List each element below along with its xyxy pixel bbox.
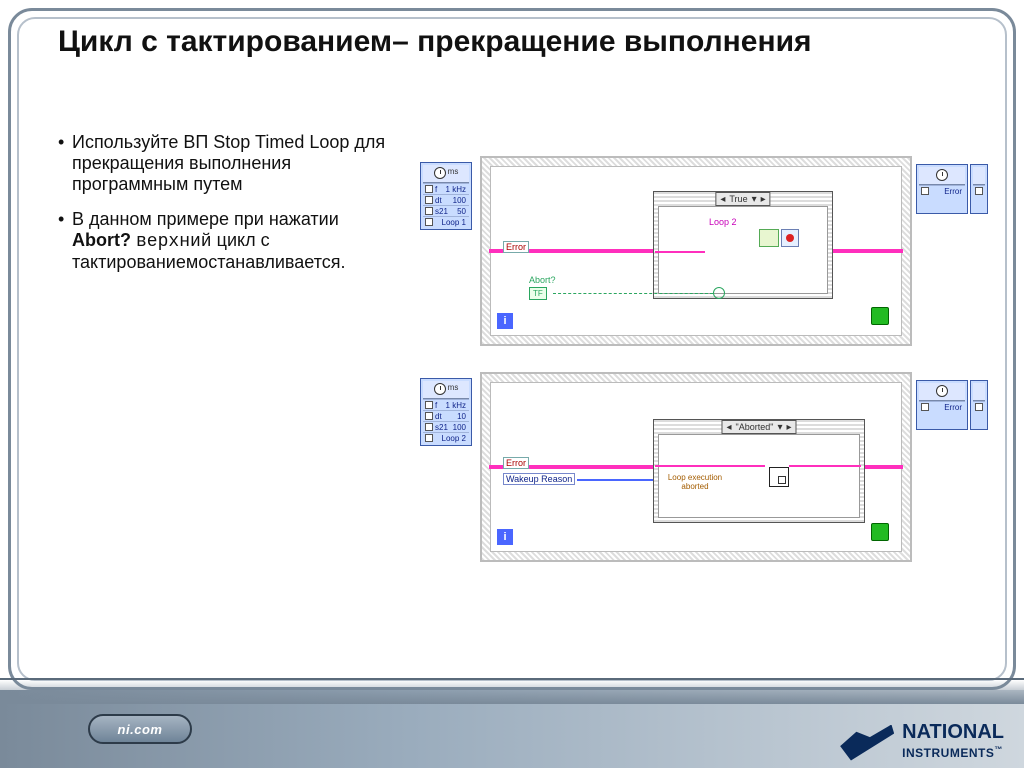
clock-icon bbox=[936, 169, 948, 181]
loop-frame-1: Error ◂ True ▾ ▸ Loop 2 bbox=[480, 156, 912, 346]
case-next-icon: ▸ bbox=[761, 194, 766, 205]
error-label: Error bbox=[503, 457, 529, 469]
stop-terminal bbox=[781, 229, 799, 247]
run-continuous-icon bbox=[871, 307, 889, 325]
clock-icon bbox=[434, 167, 446, 179]
ni-eagle-icon bbox=[840, 725, 894, 761]
case-prev-icon: ◂ bbox=[720, 194, 725, 205]
abort-node-icon bbox=[713, 287, 725, 299]
dialog-vi-icon bbox=[769, 467, 789, 487]
case-structure-2: ◂ "Aborted" ▾ ▸ Loop execution aborted bbox=[653, 419, 865, 523]
clock-icon bbox=[434, 383, 446, 395]
boolean-wire bbox=[553, 293, 713, 295]
bullet-2: В данном примере при нажатии Abort? верх… bbox=[58, 209, 398, 273]
bullet-1: Используйте ВП Stop Timed Loop для прекр… bbox=[58, 132, 398, 195]
diagram-area: ms f1 kHz dt100 s2150 Loop 1 Error Error bbox=[420, 152, 988, 584]
error-wire-out-case bbox=[789, 465, 861, 467]
error-wire-into-case bbox=[655, 251, 705, 253]
timed-loop-diagram-2: ms f1 kHz dt10 s21100 Loop 2 Error Error… bbox=[420, 368, 988, 564]
brand-bottom: INSTRUMENTS bbox=[902, 746, 994, 760]
brand-top: NATIONAL bbox=[902, 721, 1004, 743]
bullet-2-intro: В данном примере при нажатии bbox=[72, 209, 339, 229]
bullet-2-bold: Abort? bbox=[72, 230, 131, 250]
case-selector[interactable]: ◂ "Aborted" ▾ ▸ bbox=[721, 420, 796, 434]
timed-loop-diagram-1: ms f1 kHz dt100 s2150 Loop 1 Error Error bbox=[420, 152, 988, 348]
bullet-2-mono: верхний bbox=[136, 232, 212, 252]
case-next-icon: ▸ bbox=[786, 422, 791, 433]
right-out-node-2 bbox=[970, 380, 988, 430]
ni-website-pill: ni.com bbox=[88, 714, 192, 744]
abort-message: Loop execution aborted bbox=[667, 473, 723, 491]
left-config-node-2: ms f1 kHz dt10 s21100 Loop 2 bbox=[420, 378, 472, 446]
run-continuous-icon bbox=[871, 523, 889, 541]
abort-label: Abort? bbox=[529, 275, 556, 285]
wakeup-wire bbox=[577, 479, 659, 481]
ms-label: ms bbox=[448, 383, 459, 392]
left-config-node-1: ms f1 kHz dt100 s2150 Loop 1 bbox=[420, 162, 472, 230]
loop-frame-2: Error Wakeup Reason ◂ "Aborted" ▾ ▸ Loop… bbox=[480, 372, 912, 562]
trademark-symbol: ™ bbox=[994, 745, 1003, 754]
iteration-terminal: i bbox=[497, 313, 513, 329]
case-prev-icon: ◂ bbox=[726, 422, 731, 433]
iteration-terminal: i bbox=[497, 529, 513, 545]
ms-label: ms bbox=[448, 167, 459, 176]
error-wire-into-case bbox=[655, 465, 765, 467]
stop-timed-loop-icon bbox=[759, 229, 779, 247]
tf-indicator: TF bbox=[529, 287, 547, 300]
case-structure-1: ◂ True ▾ ▸ Loop 2 bbox=[653, 191, 833, 299]
clock-icon bbox=[936, 385, 948, 397]
footer-band: ni.com NATIONAL INSTRUMENTS™ bbox=[0, 690, 1024, 768]
right-config-node-1: Error bbox=[916, 164, 968, 214]
case-dropdown-icon: ▾ bbox=[777, 422, 782, 433]
wakeup-reason-label: Wakeup Reason bbox=[503, 473, 575, 485]
case-dropdown-icon: ▾ bbox=[752, 194, 757, 205]
case-selector[interactable]: ◂ True ▾ ▸ bbox=[715, 192, 770, 206]
case-label: True bbox=[729, 194, 747, 204]
loop2-label: Loop 2 bbox=[709, 217, 737, 227]
bullet-list: Используйте ВП Stop Timed Loop для прекр… bbox=[58, 132, 398, 287]
case-label: "Aborted" bbox=[736, 422, 774, 432]
error-label: Error bbox=[503, 241, 529, 253]
right-config-node-2: Error bbox=[916, 380, 968, 430]
ni-logo: NATIONAL INSTRUMENTS™ bbox=[840, 723, 1004, 762]
right-out-node-1 bbox=[970, 164, 988, 214]
slide-title: Цикл с тактированием– прекращение выполн… bbox=[58, 24, 984, 60]
